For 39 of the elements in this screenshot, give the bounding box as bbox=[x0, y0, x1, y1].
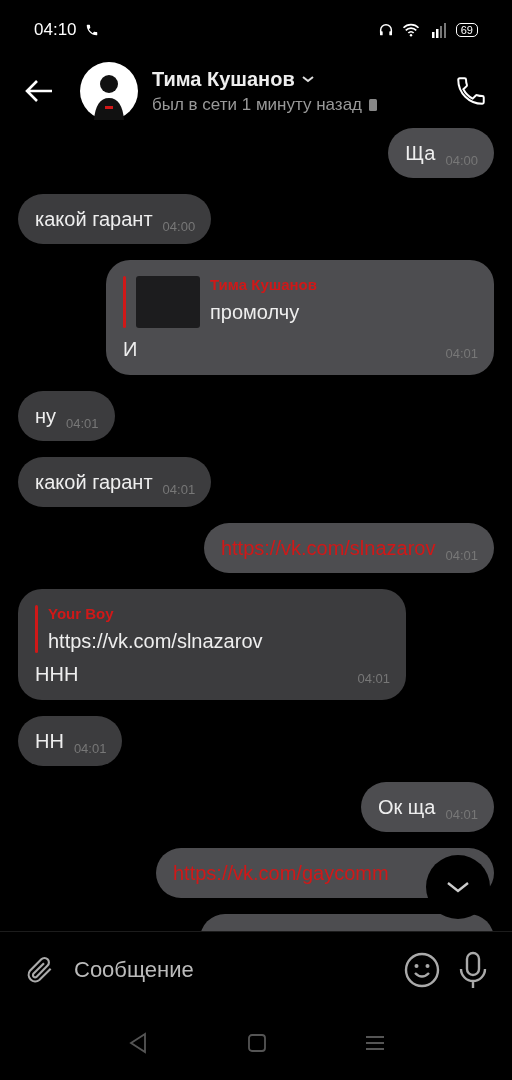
menu-nav-icon[interactable] bbox=[366, 1035, 384, 1051]
message-time: 04:01 bbox=[73, 741, 107, 756]
message-text: И bbox=[123, 338, 138, 361]
back-arrow-icon[interactable] bbox=[24, 78, 54, 104]
message-input-field[interactable]: Сообщение bbox=[74, 957, 386, 983]
quoted-text: https://vk.com/slnazarov bbox=[48, 630, 263, 653]
microphone-icon[interactable] bbox=[458, 951, 488, 989]
quoted-text: промолчу bbox=[210, 301, 301, 324]
message-text: Ща bbox=[405, 141, 436, 165]
call-icon[interactable] bbox=[454, 74, 488, 108]
home-nav-icon[interactable] bbox=[248, 1034, 266, 1052]
quote-bar bbox=[123, 276, 126, 328]
chevron-down-icon[interactable] bbox=[300, 74, 315, 84]
message-text: Ок ща bbox=[378, 795, 436, 819]
message-time: 04:01 bbox=[357, 671, 390, 686]
quote-bar bbox=[35, 605, 38, 653]
message-text: какой гарант bbox=[35, 207, 153, 231]
clock-time: 04:10 bbox=[34, 20, 77, 40]
headphones-icon bbox=[377, 22, 394, 38]
message-time: 04:01 bbox=[162, 482, 196, 497]
back-nav-icon[interactable] bbox=[128, 1032, 148, 1054]
avatar[interactable] bbox=[80, 62, 138, 120]
last-seen-status: был в сети 1 минуту назад bbox=[152, 94, 363, 115]
message-text: ну bbox=[35, 404, 57, 428]
battery-level: 69 bbox=[455, 23, 478, 37]
phone-icon bbox=[84, 23, 99, 37]
message-text: НН bbox=[35, 729, 64, 753]
message-text: ННН bbox=[35, 663, 79, 686]
smiley-icon[interactable] bbox=[404, 952, 440, 988]
quoted-author: Your Boy bbox=[48, 605, 115, 622]
message-text: какой гарант bbox=[35, 470, 153, 494]
quoted-author: Тима Кушанов bbox=[210, 276, 317, 293]
message-link[interactable]: https://vk.com/slnazarov bbox=[220, 536, 436, 560]
mobile-device-icon bbox=[368, 97, 379, 112]
wifi-icon bbox=[401, 23, 420, 37]
contact-name[interactable]: Тима Кушанов bbox=[152, 67, 295, 91]
message-time: 04:01 bbox=[66, 416, 99, 431]
message-time: 04:00 bbox=[162, 219, 196, 234]
message-link[interactable]: https://vk.com/gaycomm bbox=[173, 861, 389, 885]
